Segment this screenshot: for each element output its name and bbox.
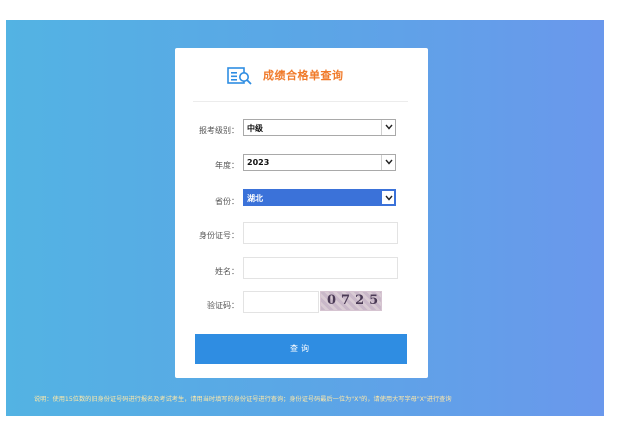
captcha-image[interactable]: 0725 [320,291,382,311]
captcha-input[interactable] [243,291,319,313]
chevron-down-icon[interactable] [381,190,395,205]
header-divider [193,101,408,102]
instruction-note: 说明：使用15位数的旧身份证号码进行报名及考试考生，请用当时填写的身份证号进行查… [34,396,452,403]
captcha-label: 验证码： [207,301,239,310]
level-label: 报考级别： [199,126,239,135]
chevron-down-icon[interactable] [381,120,395,135]
id-number-input[interactable] [243,222,398,244]
id-number-label: 身份证号： [199,231,239,240]
query-card: 成绩合格单查询 报考级别： 中级 年度： 2023 省份： 湖北 身份证号： 姓… [175,48,428,378]
chevron-down-icon[interactable] [381,155,395,170]
query-button[interactable]: 查询 [195,334,407,364]
name-label: 姓名： [215,267,239,276]
province-label: 省份： [215,197,239,206]
page-title: 成绩合格单查询 [263,69,344,82]
year-select[interactable]: 2023 [243,154,396,171]
year-label: 年度： [215,161,239,170]
captcha-code: 0725 [327,293,384,308]
level-select-value: 中级 [247,124,263,133]
level-select[interactable]: 中级 [243,119,396,136]
document-search-icon [227,66,253,86]
card-header: 成绩合格单查询 [175,48,428,103]
name-input[interactable] [243,257,398,279]
province-select[interactable]: 湖北 [243,189,396,206]
year-select-value: 2023 [247,158,270,167]
province-select-value: 湖北 [247,194,263,203]
